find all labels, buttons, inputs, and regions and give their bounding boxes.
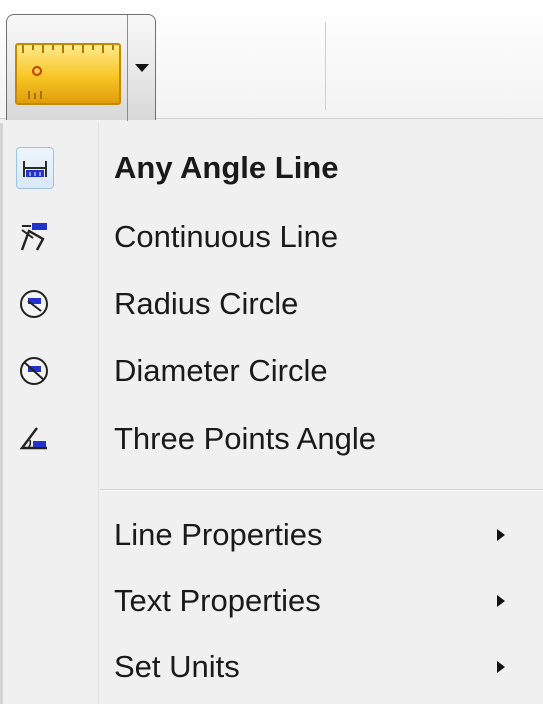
menu-item-three-points-angle[interactable]: Three Points Angle [3, 407, 543, 471]
radius-circle-icon [17, 287, 51, 321]
menu-item-any-angle-line[interactable]: Any Angle Line [3, 136, 543, 200]
submenu-arrow-icon [497, 529, 505, 541]
menu-item-diameter-circle[interactable]: Diameter Circle [3, 339, 543, 403]
menu-item-label: Text Properties [114, 583, 321, 618]
menu-item-label: Three Points Angle [114, 421, 376, 456]
menu-separator-highlight [100, 490, 543, 491]
submenu-arrow-icon [497, 661, 505, 673]
measure-dropdown-menu: Any Angle Line Continuous Line Radius Ci… [0, 123, 543, 704]
continuous-line-icon [17, 220, 51, 254]
screen: Any Angle Line Continuous Line Radius Ci… [0, 0, 543, 704]
ruler-icon[interactable] [15, 43, 121, 105]
menu-item-set-units[interactable]: Set Units [3, 635, 543, 699]
menu-item-text-properties[interactable]: Text Properties [3, 569, 543, 633]
menu-item-label: Line Properties [114, 517, 323, 552]
menu-item-label: Diameter Circle [114, 353, 328, 388]
diameter-circle-icon [17, 354, 51, 388]
menu-item-line-properties[interactable]: Line Properties [3, 503, 543, 567]
three-points-angle-icon [17, 422, 51, 456]
menu-item-label: Continuous Line [114, 219, 339, 254]
submenu-arrow-icon [497, 595, 505, 607]
toolbar [0, 0, 543, 121]
menu-item-label: Radius Circle [114, 286, 299, 321]
menu-item-label: Set Units [114, 649, 240, 684]
any-angle-line-icon [16, 147, 54, 189]
menu-item-label: Any Angle Line [114, 150, 339, 185]
menu-item-continuous-line[interactable]: Continuous Line [3, 205, 543, 269]
measure-tool-split-button[interactable] [6, 14, 157, 121]
dropdown-arrow-icon[interactable] [127, 15, 157, 121]
toolbar-separator [325, 22, 326, 110]
menu-item-radius-circle[interactable]: Radius Circle [3, 272, 543, 336]
